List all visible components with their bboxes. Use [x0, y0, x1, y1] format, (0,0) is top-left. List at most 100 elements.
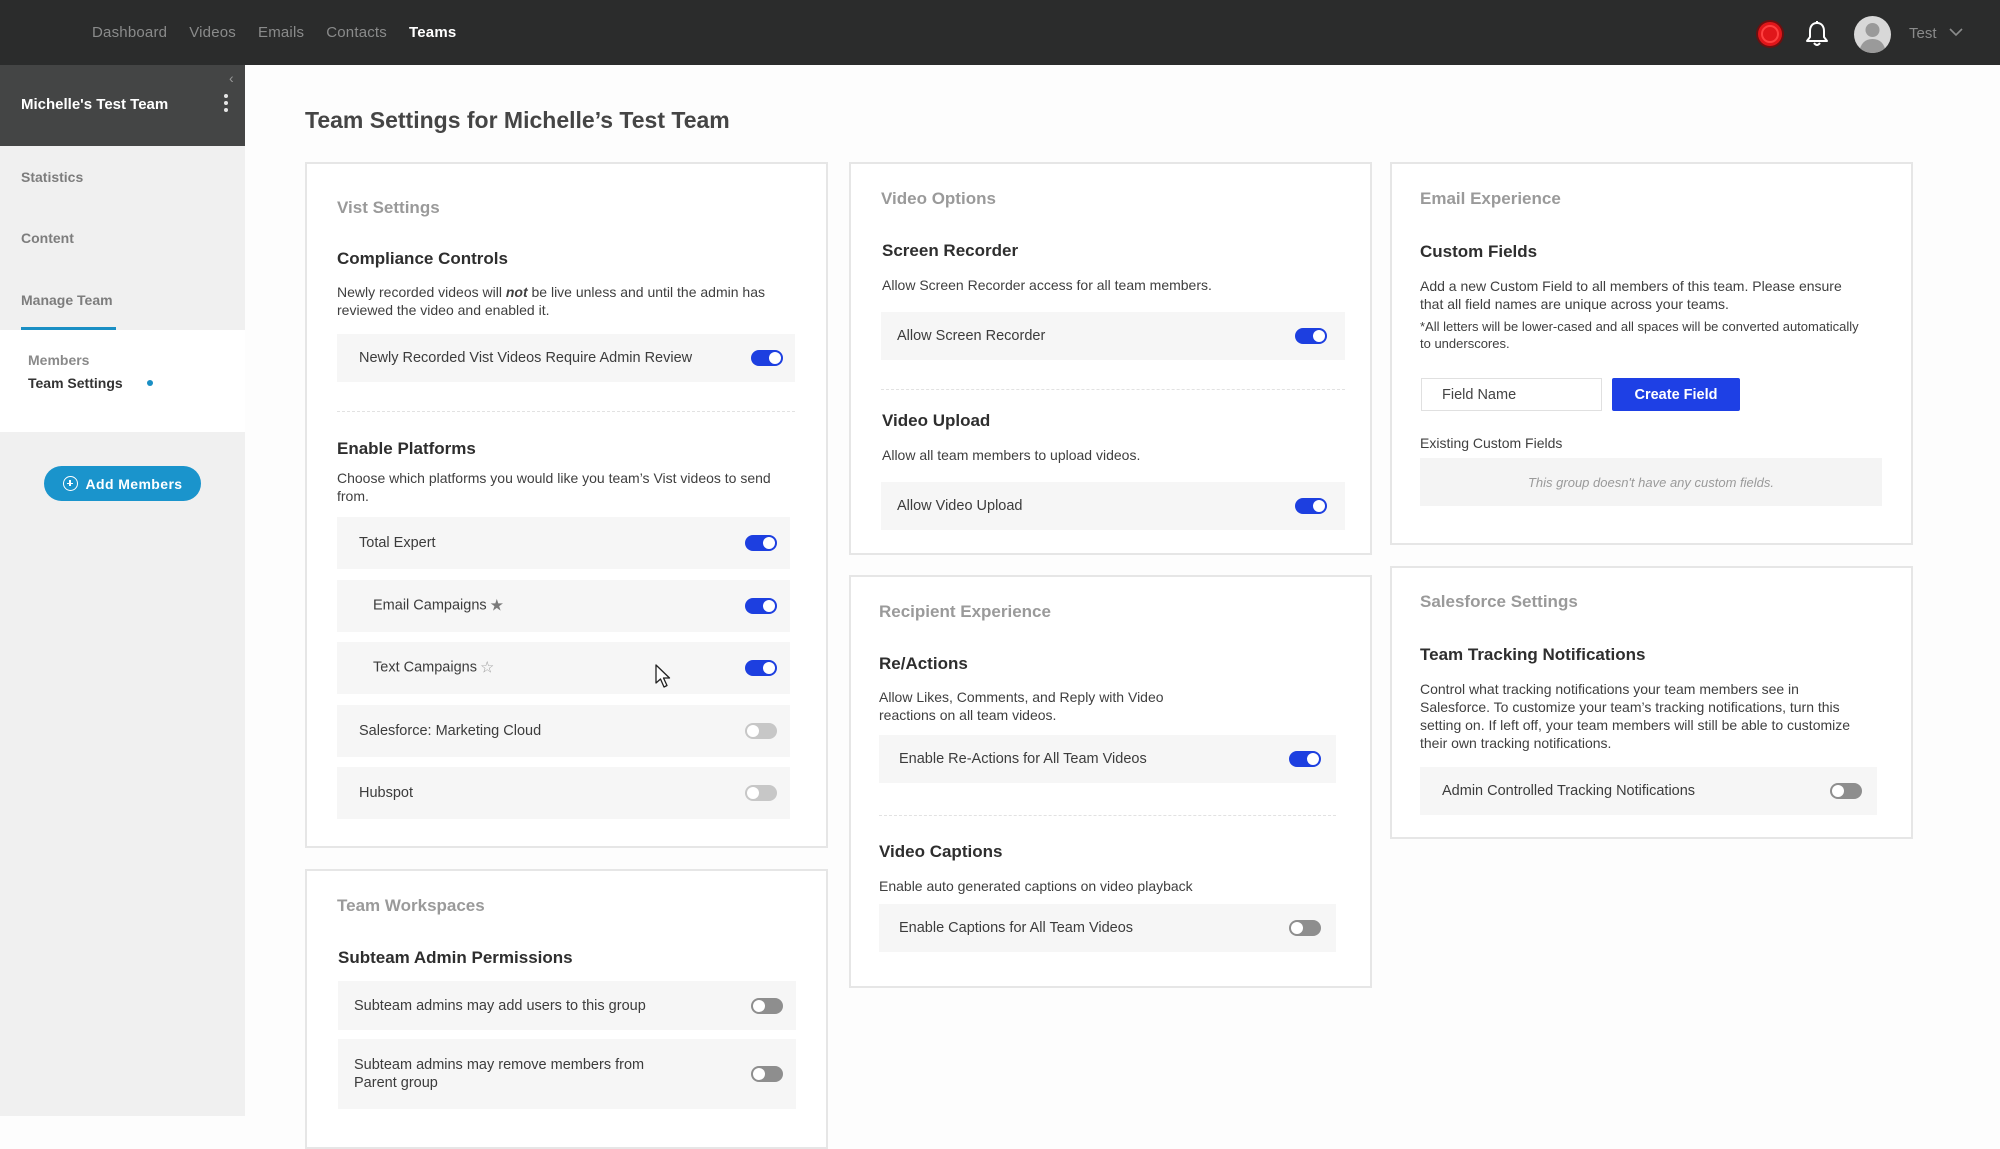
chevron-left-icon[interactable]: ‹ — [229, 70, 234, 86]
section-title-screen-recorder: Screen Recorder — [882, 241, 1019, 260]
setting-row: Allow Video Upload — [881, 482, 1345, 530]
screen-recorder-toggle[interactable] — [1295, 328, 1327, 344]
setting-row: Enable Re-Actions for All Team Videos — [879, 735, 1336, 783]
star-filled-icon[interactable]: ★ — [490, 598, 504, 616]
star-outline-icon[interactable]: ☆ — [480, 660, 494, 678]
vist-settings-card: Vist Settings Compliance Controls Newly … — [305, 162, 828, 848]
subnav-members[interactable]: Members — [28, 352, 89, 368]
platform-row: Salesforce: Marketing Cloud — [337, 705, 790, 757]
setting-row: Enable Captions for All Team Videos — [879, 904, 1336, 952]
salesforce-settings-card: Salesforce Settings Team Tracking Notifi… — [1390, 566, 1913, 839]
section-title-video-upload: Video Upload — [882, 411, 991, 430]
platform-row: Text Campaigns ☆ — [337, 642, 790, 694]
sidebar-item-content[interactable]: Content — [21, 230, 74, 246]
platform-label: Text Campaigns ☆ — [373, 659, 495, 678]
reactions-description: Allow Likes, Comments, and Reply with Vi… — [879, 689, 1164, 723]
text-campaigns-toggle[interactable] — [745, 660, 777, 676]
card-title: Recipient Experience — [879, 602, 1051, 621]
nav-dashboard[interactable]: Dashboard — [92, 24, 167, 41]
section-title-compliance: Compliance Controls — [337, 249, 508, 268]
section-title-platforms: Enable Platforms — [337, 439, 476, 458]
user-name[interactable]: Test — [1909, 25, 1937, 42]
reactions-toggle[interactable] — [1289, 751, 1321, 767]
card-title: Video Options — [881, 189, 996, 208]
empty-custom-fields: This group doesn't have any custom field… — [1420, 458, 1882, 506]
subteam-add-users-toggle[interactable] — [751, 997, 783, 1014]
platforms-description: Choose which platforms you would like yo… — [337, 470, 771, 504]
setting-row: Allow Screen Recorder — [881, 312, 1345, 360]
platform-label: Email Campaigns ★ — [373, 597, 504, 616]
plus-circle-icon — [62, 476, 78, 491]
custom-fields-note: *All letters will be lower-cased and all… — [1420, 319, 1859, 351]
sidebar-item-statistics[interactable]: Statistics — [21, 169, 83, 185]
platform-row: Email Campaigns ★ — [337, 580, 790, 632]
avatar[interactable] — [1854, 16, 1891, 53]
toggle-label: Subteam admins may remove members from P… — [354, 1057, 645, 1091]
field-name-input[interactable] — [1421, 378, 1602, 411]
video-upload-description: Allow all team members to upload videos. — [882, 447, 1141, 463]
platform-row: Hubspot — [337, 767, 790, 819]
video-options-card: Video Options Screen Recorder Allow Scre… — [849, 162, 1372, 555]
total-expert-toggle[interactable] — [745, 535, 777, 551]
page-title: Team Settings for Michelle’s Test Team — [305, 107, 730, 133]
section-title-captions: Video Captions — [879, 842, 1003, 861]
recipient-experience-card: Recipient Experience Re/Actions Allow Li… — [849, 575, 1372, 988]
existing-fields-label: Existing Custom Fields — [1420, 435, 1563, 451]
bell-icon[interactable] — [1804, 20, 1830, 48]
platform-label: Hubspot — [359, 785, 414, 801]
salesforce-marketing-cloud-toggle[interactable] — [745, 723, 777, 739]
chevron-down-icon[interactable] — [1948, 24, 1964, 40]
top-nav-bar: Dashboard Videos Emails Contacts Teams T… — [0, 0, 2000, 65]
create-field-button[interactable]: Create Field — [1612, 378, 1740, 411]
section-title-subteam: Subteam Admin Permissions — [338, 948, 573, 967]
section-title-custom-fields: Custom Fields — [1420, 242, 1538, 261]
card-title: Vist Settings — [337, 198, 440, 217]
sidebar-item-manage-team[interactable]: Manage Team — [21, 292, 113, 308]
subteam-remove-members-toggle[interactable] — [751, 1066, 783, 1082]
team-workspaces-card: Team Workspaces Subteam Admin Permission… — [305, 869, 828, 1149]
toggle-label: Subteam admins may add users to this gro… — [354, 997, 646, 1014]
mouse-cursor-icon — [655, 664, 671, 688]
card-title: Salesforce Settings — [1420, 592, 1578, 611]
section-title-reactions: Re/Actions — [879, 654, 968, 673]
toggle-label: Enable Re-Actions for All Team Videos — [899, 751, 1147, 767]
toggle-label: Allow Screen Recorder — [897, 328, 1046, 344]
captions-toggle[interactable] — [1289, 920, 1321, 936]
nav-videos[interactable]: Videos — [189, 24, 236, 41]
subnav-team-settings[interactable]: Team Settings — [28, 375, 123, 391]
setting-row: Admin Controlled Tracking Notifications — [1420, 767, 1877, 815]
setting-row: Subteam admins may add users to this gro… — [338, 981, 796, 1030]
nav-teams[interactable]: Teams — [409, 24, 456, 41]
add-members-label: Add Members — [85, 475, 183, 492]
toggle-label: Newly Recorded Vist Videos Require Admin… — [359, 350, 693, 366]
manage-team-subnav: Members Team Settings — [0, 330, 245, 432]
main-nav: Dashboard Videos Emails Contacts Teams — [92, 0, 456, 65]
compliance-description: Newly recorded videos will not be live u… — [337, 284, 765, 318]
setting-row: Subteam admins may remove members from P… — [338, 1039, 796, 1109]
team-name: Michelle's Test Team — [21, 96, 169, 113]
hubspot-toggle[interactable] — [745, 785, 777, 801]
add-members-button[interactable]: Add Members — [44, 466, 201, 501]
section-divider — [879, 815, 1336, 816]
platform-label: Total Expert — [359, 535, 436, 551]
card-title: Email Experience — [1420, 189, 1561, 208]
sidebar: ‹ Michelle's Test Team Statistics Conten… — [0, 65, 245, 1116]
platform-label: Salesforce: Marketing Cloud — [359, 723, 542, 739]
email-campaigns-toggle[interactable] — [745, 598, 777, 614]
toggle-label: Allow Video Upload — [897, 498, 1023, 514]
user-silhouette-icon — [1859, 23, 1886, 53]
active-indicator-dot — [147, 380, 153, 386]
video-upload-toggle[interactable] — [1295, 498, 1327, 514]
kebab-menu-icon[interactable] — [222, 94, 230, 116]
nav-emails[interactable]: Emails — [258, 24, 304, 41]
card-title: Team Workspaces — [337, 896, 485, 915]
toggle-label: Admin Controlled Tracking Notifications — [1442, 783, 1696, 799]
captions-description: Enable auto generated captions on video … — [879, 878, 1193, 894]
section-title-tracking: Team Tracking Notifications — [1420, 645, 1646, 664]
record-icon[interactable] — [1758, 22, 1782, 46]
team-header: ‹ Michelle's Test Team — [0, 65, 245, 146]
admin-review-toggle[interactable] — [751, 350, 783, 366]
tracking-notifications-toggle[interactable] — [1830, 783, 1862, 799]
section-divider — [881, 389, 1345, 390]
nav-contacts[interactable]: Contacts — [326, 24, 387, 41]
